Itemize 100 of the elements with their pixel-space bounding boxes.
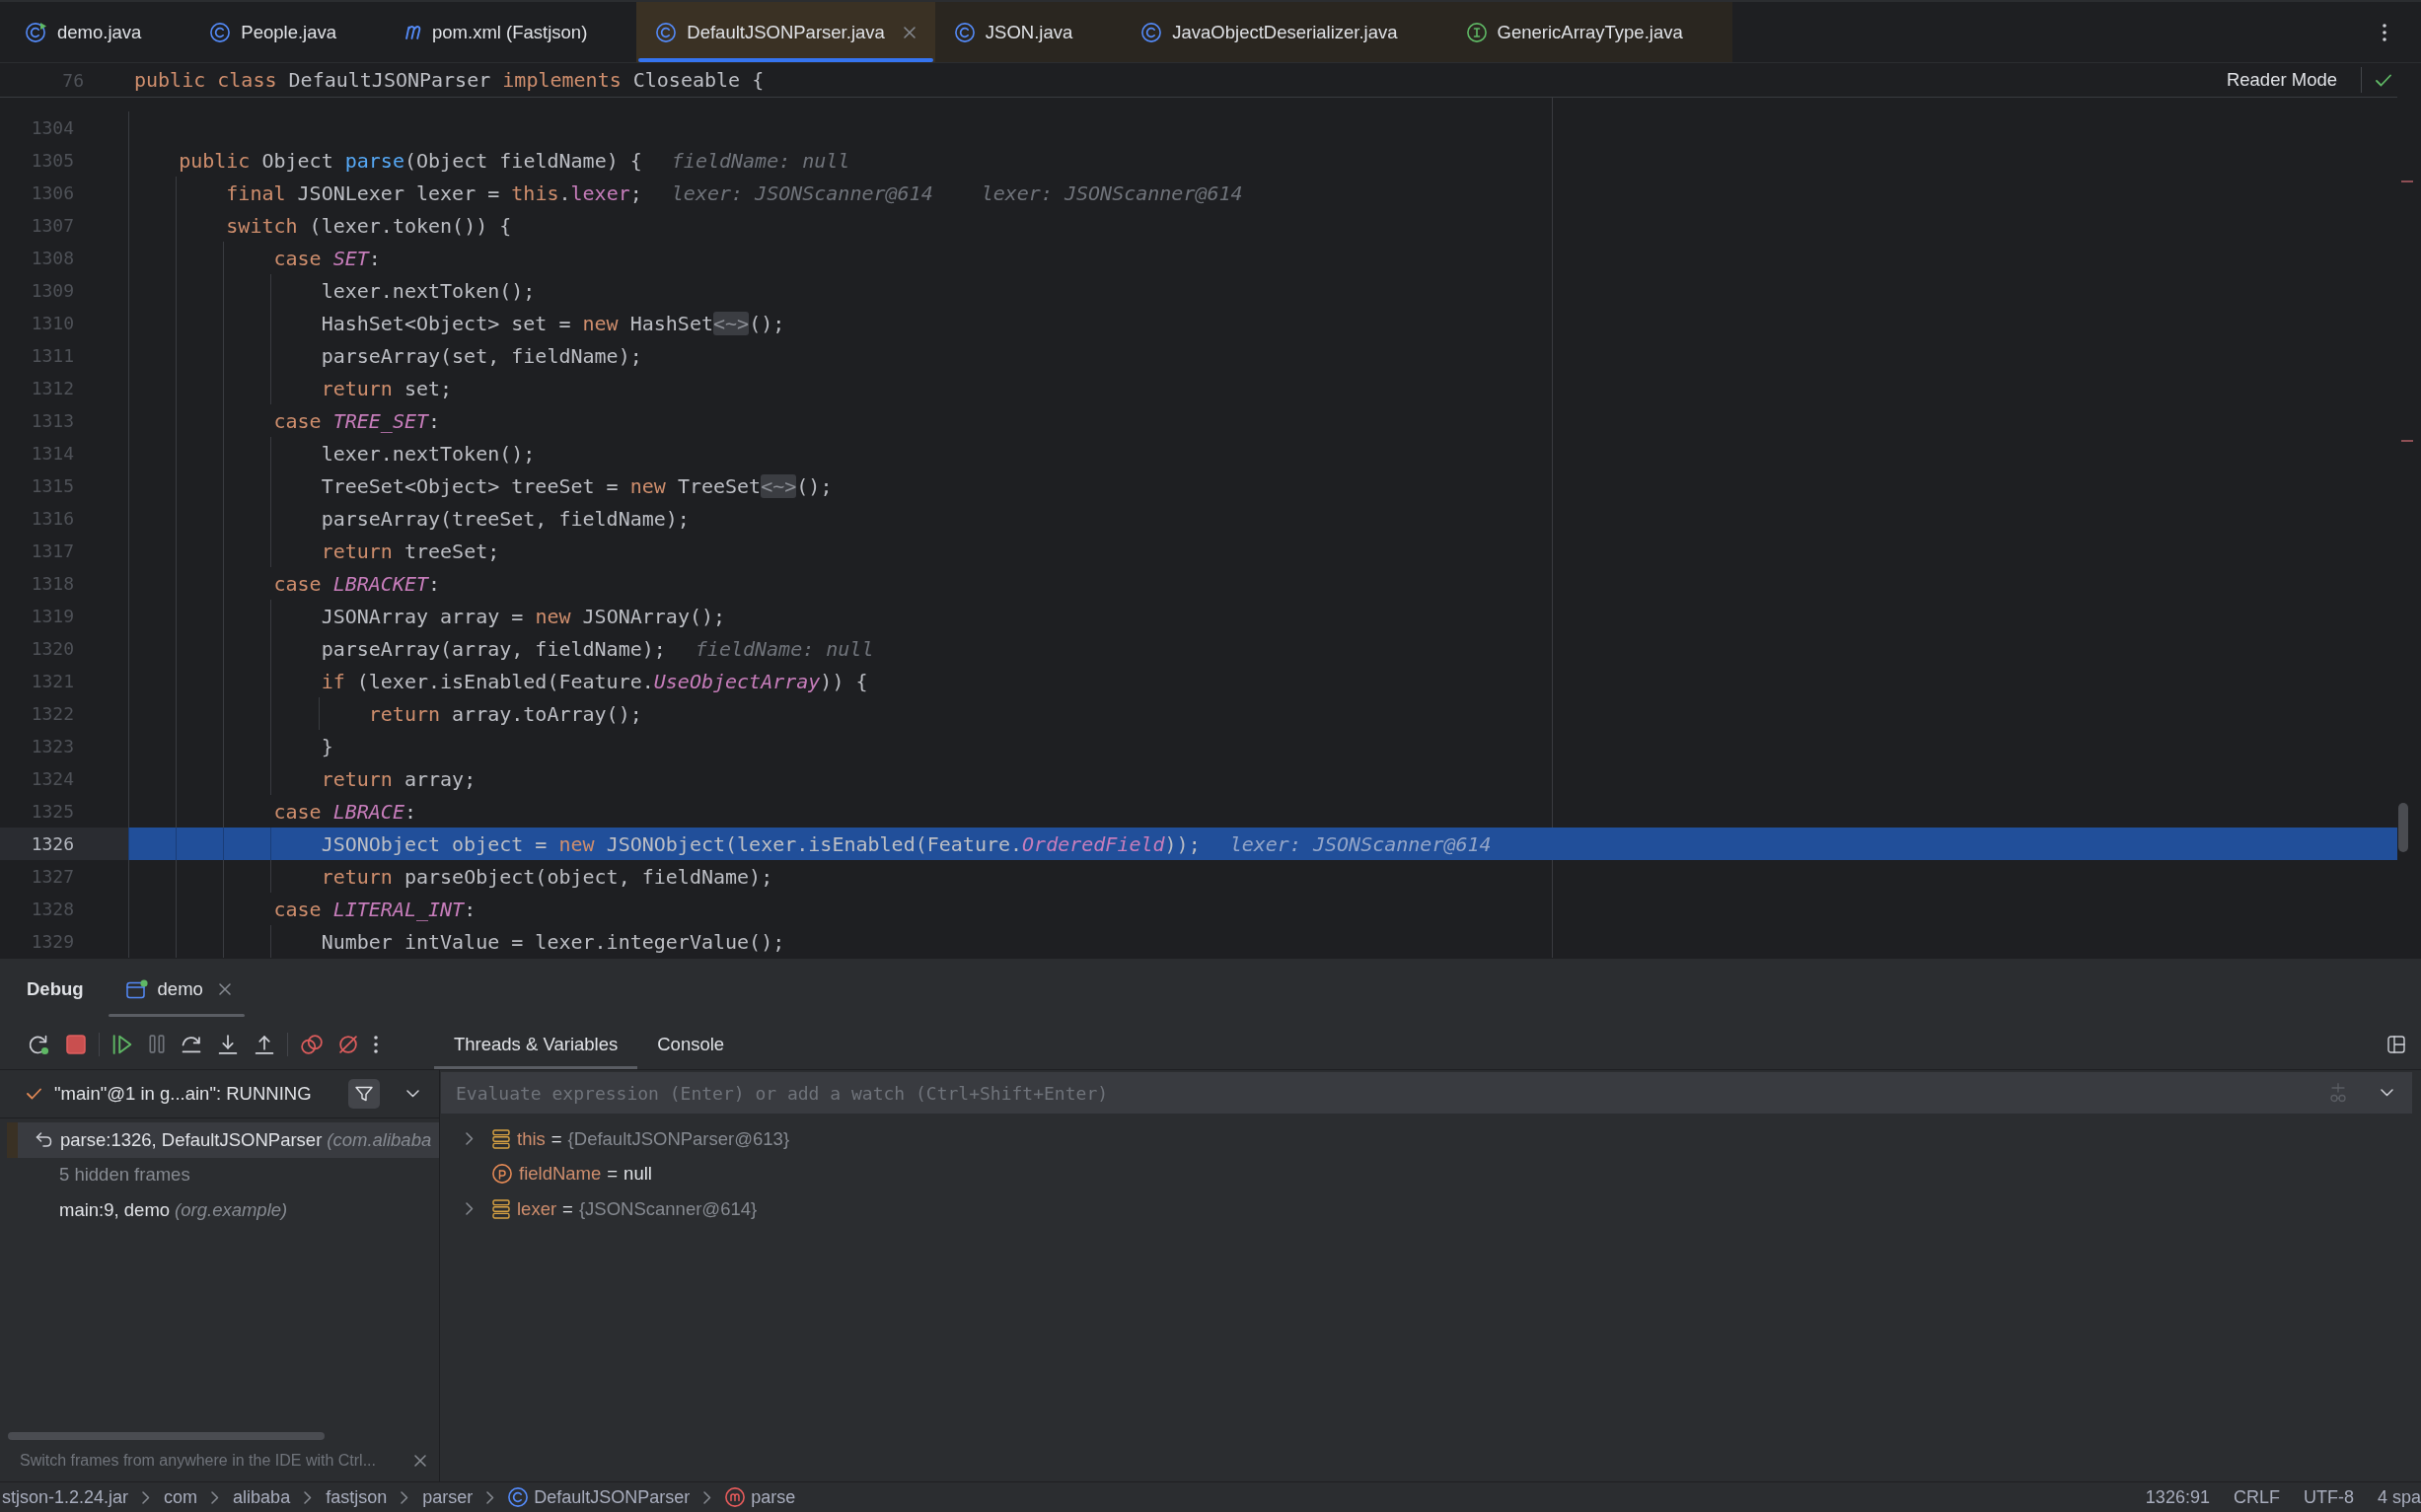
- status-widget[interactable]: 4 spa: [2377, 1486, 2421, 1508]
- error-stripe-mark: [2401, 440, 2413, 442]
- breadcrumb[interactable]: parser: [422, 1486, 474, 1508]
- window-icon: [125, 978, 148, 999]
- inlay-hint: fieldName: null: [695, 636, 874, 661]
- breadcrumb[interactable]: com: [164, 1486, 198, 1508]
- editor-tab[interactable]: pom.xml (Fastjson): [386, 2, 637, 62]
- variable-row[interactable]: lexer = {JSONScanner@614}: [440, 1191, 2421, 1227]
- editor-tab[interactable]: JSON.java: [934, 2, 1123, 62]
- evaluate-field[interactable]: Evaluate expression (Enter) or add a watch (Ctrl+Shift+Enter): [441, 1072, 2412, 1114]
- chevron-right-icon: [211, 1490, 220, 1504]
- chevron-right-icon: [401, 1490, 409, 1504]
- code-line: }: [321, 734, 333, 758]
- thread-dropdown[interactable]: "main"@1 in g...ain": RUNNING: [27, 1083, 312, 1105]
- scroll-thumb[interactable]: [8, 1432, 325, 1440]
- line-number: 1326: [31, 833, 74, 854]
- class-run-icon: [26, 22, 46, 42]
- chevron-right-icon: [142, 1490, 151, 1504]
- code-line: JSONArray array = new JSONArray();: [321, 604, 726, 628]
- class-icon: [508, 1487, 529, 1507]
- more-icon[interactable]: [374, 1035, 378, 1053]
- status-widget[interactable]: CRLF: [2233, 1486, 2280, 1508]
- breadcrumb[interactable]: alibaba: [233, 1486, 291, 1508]
- code-line: public class DefaultJSONParser implements Closeable {: [134, 68, 765, 92]
- class-icon: [656, 22, 677, 42]
- status-widget[interactable]: UTF-8: [2303, 1486, 2354, 1508]
- breadcrumb[interactable]: fastjson: [326, 1486, 388, 1508]
- inlay-hint: lexer: JSONScanner@614: [671, 180, 933, 205]
- status-widget[interactable]: 1326:91: [2145, 1486, 2210, 1508]
- code-line: lexer.nextToken();: [321, 278, 536, 303]
- inlay-hint: lexer: JSONScanner@614: [1229, 831, 1492, 856]
- editor-tab[interactable]: demo.java: [6, 2, 191, 62]
- variable-row[interactable]: this = {DefaultJSONParser@613}: [440, 1121, 2421, 1157]
- code-line: return set;: [321, 376, 453, 400]
- check-icon: [2376, 73, 2391, 87]
- rerun-icon[interactable]: [28, 1033, 49, 1055]
- code-line: parseArray(treeSet, fieldName);: [321, 506, 690, 531]
- mute-breakpoints-icon[interactable]: [339, 1035, 357, 1053]
- code-line: public Object parse(Object fieldName) {: [179, 148, 642, 173]
- code-line: parseArray(array, fieldName);: [321, 636, 666, 661]
- scroll-thumb[interactable]: [2398, 803, 2408, 852]
- code-line: Number intValue = lexer.integerValue();: [321, 929, 785, 954]
- code-line: final JSONLexer lexer = this.lexer;: [226, 180, 642, 205]
- inlay-hint: fieldName: null: [671, 148, 850, 173]
- code-line: case LBRACKET:: [273, 571, 441, 596]
- more-icon[interactable]: [2383, 23, 2386, 41]
- code-line: parseArray(set, fieldName);: [321, 343, 642, 368]
- step-into-icon[interactable]: [218, 1034, 238, 1054]
- class-icon: [1141, 22, 1162, 42]
- chevron-right-icon: [703, 1490, 712, 1504]
- breadcrumb[interactable]: DefaultJSONParser: [508, 1486, 691, 1508]
- class-icon: [954, 22, 975, 42]
- code-line: return array;: [321, 766, 477, 791]
- code-line: case LITERAL_INT:: [273, 897, 477, 921]
- code-line: if (lexer.isEnabled(Feature.UseObjectArray)) {: [321, 669, 868, 693]
- code-line: lexer.nextToken();: [321, 441, 536, 466]
- step-out-icon[interactable]: [255, 1034, 274, 1054]
- close-icon[interactable]: [903, 26, 916, 38]
- stop-icon[interactable]: [66, 1034, 86, 1054]
- editor-tab[interactable]: GenericArrayType.java: [1446, 2, 1732, 62]
- session-tab[interactable]: demo: [108, 959, 245, 1019]
- breadcrumb[interactable]: parse: [725, 1486, 796, 1508]
- class-icon: [210, 22, 231, 42]
- m-icon: [405, 25, 422, 39]
- stack-frame[interactable]: main:9, demo (org.example): [18, 1192, 439, 1228]
- variable-row[interactable]: fieldName = null: [440, 1156, 2421, 1191]
- inlay-hint: lexer: JSONScanner@614: [981, 180, 1243, 205]
- code-line: return parseObject(object, fieldName);: [321, 864, 773, 889]
- code-line: HashSet<Object> set = new HashSet<~>();: [321, 311, 785, 335]
- editor-tab[interactable]: DefaultJSONParser.java: [636, 2, 935, 62]
- close-icon[interactable]: [414, 1455, 426, 1467]
- stack-icon: [492, 1128, 510, 1149]
- reader-mode-link[interactable]: Reader Mode: [2226, 69, 2337, 91]
- filter-button[interactable]: [348, 1079, 380, 1109]
- resume-icon[interactable]: [112, 1034, 132, 1054]
- stack-frame[interactable]: parse:1326, DefaultJSONParser (com.alibaba: [18, 1122, 439, 1158]
- code-line: return treeSet;: [321, 539, 500, 563]
- chevron-right-icon: [486, 1490, 495, 1504]
- code-line: case SET:: [273, 246, 381, 270]
- editor-tab[interactable]: People.java: [190, 2, 387, 62]
- breadcrumb[interactable]: stjson-1.2.24.jar: [2, 1486, 129, 1508]
- close-icon[interactable]: [218, 982, 231, 995]
- tool-window-title: Debug: [27, 977, 84, 1000]
- chevron-right-icon: [304, 1490, 313, 1504]
- return-arrow-icon: [36, 1132, 52, 1148]
- error-stripe-mark: [2401, 180, 2413, 182]
- chevron-down-icon[interactable]: [406, 1090, 419, 1098]
- method-icon: [725, 1487, 746, 1507]
- code-line: switch (lexer.token()) {: [226, 213, 512, 238]
- hidden-frames-item[interactable]: 5 hidden frames: [18, 1157, 439, 1192]
- panel-tab[interactable]: Threads & Variables: [434, 1019, 638, 1069]
- editor-tab[interactable]: JavaObjectDeserializer.java: [1122, 2, 1447, 62]
- chevron-right-icon[interactable]: [466, 1132, 474, 1146]
- chevron-down-icon[interactable]: [2381, 1089, 2393, 1097]
- code-line: return array.toArray();: [368, 701, 642, 726]
- panel-tab[interactable]: Console: [637, 1019, 745, 1069]
- breakpoints-icon[interactable]: [301, 1034, 323, 1054]
- layout-icon[interactable]: [2387, 1035, 2405, 1053]
- step-over-icon[interactable]: [182, 1035, 201, 1053]
- chevron-right-icon[interactable]: [466, 1202, 474, 1216]
